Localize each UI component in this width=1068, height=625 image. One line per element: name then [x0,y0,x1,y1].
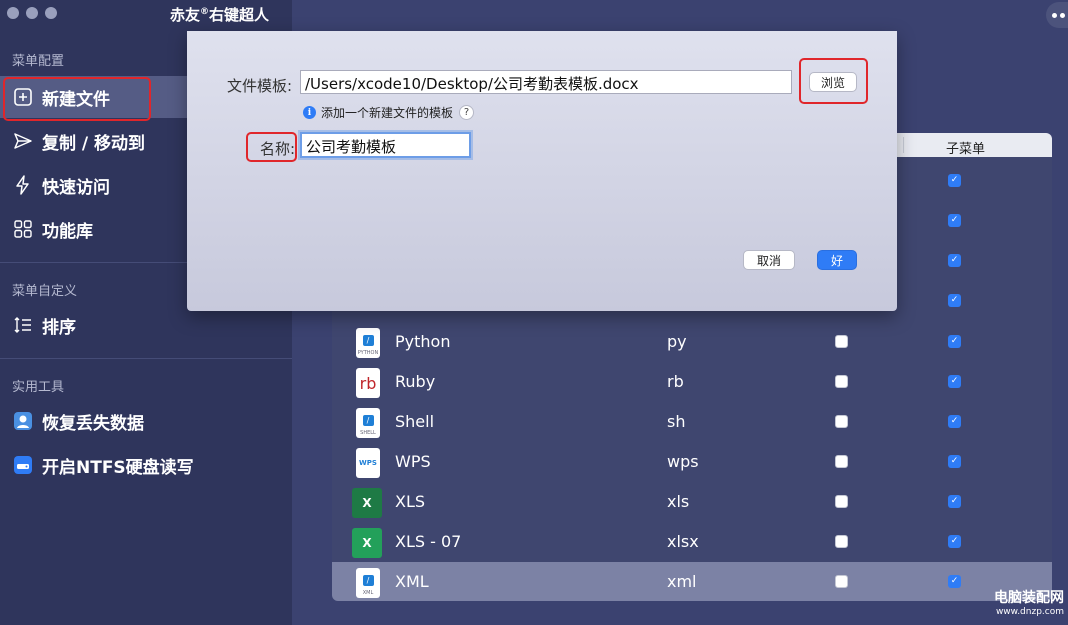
table-row[interactable]: X XLS - 07 xlsx ✓ [332,522,1052,562]
file-type-name: XLS [395,492,426,511]
close-window-button[interactable] [7,7,19,19]
site-watermark: 电脑装配网 www.dnzp.com [994,590,1064,617]
submenu-checkbox[interactable]: ✓ [948,294,961,307]
xml-file-icon: / XML [356,568,380,598]
sidebar-item-recover-data[interactable]: 恢复丢失数据 [0,400,292,442]
sidebar-item-label: 恢复丢失数据 [42,413,144,434]
app-title: 赤友®右键超人 [170,6,270,24]
row-checkbox[interactable] [835,335,848,348]
zoom-window-button[interactable] [45,7,57,19]
row-checkbox[interactable] [835,535,848,548]
sidebar-item-label: 快速访问 [42,177,110,198]
file-type-name: Shell [395,412,435,431]
row-checkbox[interactable] [835,415,848,428]
wps-file-icon: WPS [356,448,380,478]
ruby-file-icon: rb [356,368,380,398]
help-icon[interactable]: ? [459,105,475,120]
file-type-name: WPS [395,452,431,471]
file-extension: wps [667,452,699,471]
cancel-button[interactable]: 取消 [743,250,795,270]
window-titlebar: 赤友®右键超人 [0,0,292,28]
xls-file-icon: X [352,488,382,518]
minimize-window-button[interactable] [26,7,38,19]
file-extension: py [667,332,687,351]
row-checkbox[interactable] [835,495,848,508]
ntfs-icon [12,454,34,476]
column-header-submenu: 子菜单 [946,142,986,157]
new-file-template-dialog: 文件模板: /Users/xcode10/Desktop/公司考勤表模板.doc… [187,31,897,311]
submenu-checkbox[interactable]: ✓ [948,254,961,267]
table-row-selected[interactable]: / XML XML xml ✓ [332,562,1052,601]
submenu-checkbox[interactable]: ✓ [948,335,961,348]
sidebar-item-label: 功能库 [42,221,93,242]
section-menu-config: 菜单配置 [12,54,65,69]
file-extension: xml [667,572,697,591]
submenu-checkbox[interactable]: ✓ [948,495,961,508]
section-menu-custom: 菜单自定义 [12,284,78,299]
name-field[interactable]: 公司考勤模板 [300,132,471,158]
submenu-checkbox[interactable]: ✓ [948,415,961,428]
sidebar-item-label: 复制 / 移动到 [42,133,146,154]
highlight-box-name [246,132,297,162]
sidebar-item-label: 开启NTFS硬盘读写 [42,457,194,478]
xlsx-file-icon: X [352,528,382,558]
section-tools: 实用工具 [12,380,65,395]
table-row[interactable]: / PYTHON Python py ✓ [332,322,1052,362]
lightning-icon [12,174,34,196]
file-type-name: Ruby [395,372,436,391]
grid-icon [12,218,34,240]
sort-icon [12,314,34,336]
column-separator [903,137,904,153]
submenu-checkbox[interactable]: ✓ [948,174,961,187]
highlight-box-browse [799,58,868,104]
file-type-name: XLS - 07 [395,532,462,551]
file-extension: rb [667,372,684,391]
hint-text: 添加一个新建文件的模板 [321,106,454,120]
shell-file-icon: / SHELL [356,408,380,438]
recover-data-icon [12,410,34,432]
send-icon [12,130,34,152]
file-type-name: Python [395,332,451,351]
submenu-checkbox[interactable]: ✓ [948,535,961,548]
template-path-field[interactable]: /Users/xcode10/Desktop/公司考勤表模板.docx [300,70,792,94]
file-extension: xls [667,492,690,511]
table-row[interactable]: WPS WPS wps ✓ [332,442,1052,482]
row-checkbox[interactable] [835,455,848,468]
file-extension: xlsx [667,532,699,551]
submenu-checkbox[interactable]: ✓ [948,575,961,588]
table-row[interactable]: X XLS xls ✓ [332,482,1052,522]
table-row[interactable]: rb Ruby rb ✓ [332,362,1052,402]
row-checkbox[interactable] [835,575,848,588]
submenu-checkbox[interactable]: ✓ [948,214,961,227]
more-options-button[interactable] [1046,2,1068,28]
sidebar-divider [0,358,292,359]
python-file-icon: / PYTHON [356,328,380,358]
submenu-checkbox[interactable]: ✓ [948,455,961,468]
sidebar-item-label: 排序 [42,317,76,338]
file-type-name: XML [395,572,429,591]
submenu-checkbox[interactable]: ✓ [948,375,961,388]
sidebar-item-ntfs[interactable]: 开启NTFS硬盘读写 [0,444,292,486]
template-label: 文件模板: [227,77,293,95]
row-checkbox[interactable] [835,375,848,388]
file-extension: sh [667,412,686,431]
table-row[interactable]: / SHELL Shell sh ✓ [332,402,1052,442]
info-icon: i [303,106,316,119]
template-hint: i 添加一个新建文件的模板 ? [303,104,475,121]
highlight-box-new-file [3,77,151,121]
ok-button[interactable]: 好 [817,250,857,270]
